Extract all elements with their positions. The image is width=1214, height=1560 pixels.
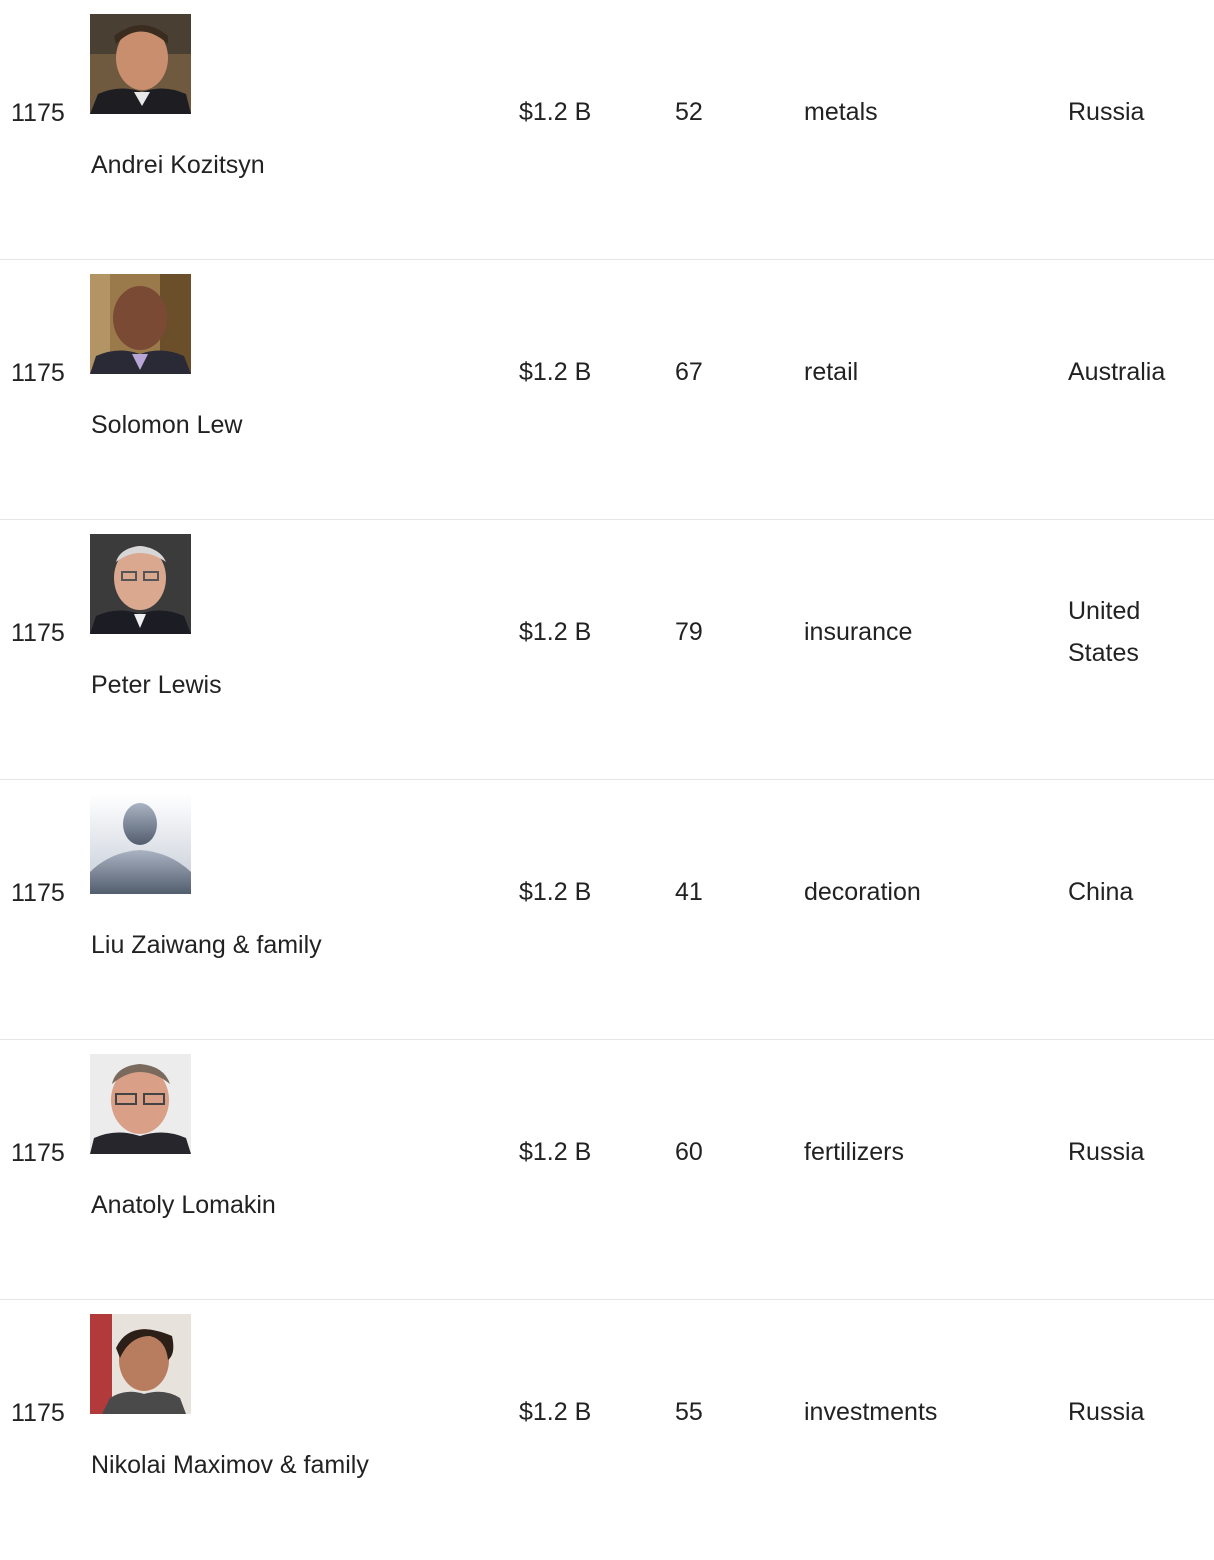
rank-cell: 1175 bbox=[11, 879, 65, 907]
person-name[interactable]: Solomon Lew bbox=[91, 404, 242, 446]
net-worth-cell: $1.2 B bbox=[519, 1398, 592, 1426]
country-cell: China bbox=[1068, 878, 1134, 906]
age-cell: 60 bbox=[675, 1138, 703, 1166]
person-photo[interactable] bbox=[90, 1314, 191, 1414]
table-row[interactable]: 1175 Liu Zaiwang & family $1.2 B 41 deco… bbox=[0, 780, 1214, 1040]
country-cell: United States bbox=[1068, 597, 1141, 667]
country-cell: Russia bbox=[1068, 1398, 1145, 1426]
net-worth-cell: $1.2 B bbox=[519, 1138, 592, 1166]
age-cell: 55 bbox=[675, 1398, 703, 1426]
person-photo[interactable] bbox=[90, 274, 191, 374]
person-name[interactable]: Liu Zaiwang & family bbox=[91, 924, 322, 966]
table-row[interactable]: 1175 Nikolai Maximov & family $1.2 B 55 … bbox=[0, 1300, 1214, 1560]
person-photo[interactable] bbox=[90, 1054, 191, 1154]
industry-cell: metals bbox=[804, 98, 878, 126]
person-photo[interactable] bbox=[90, 14, 191, 114]
person-name[interactable]: Nikolai Maximov & family bbox=[91, 1444, 369, 1486]
table-row[interactable]: 1175 Peter Lewis $1.2 B 79 insurance Uni… bbox=[0, 520, 1214, 780]
industry-cell: investments bbox=[804, 1398, 938, 1426]
person-photo[interactable] bbox=[90, 794, 191, 894]
industry-cell: fertilizers bbox=[804, 1138, 905, 1166]
rank-cell: 1175 bbox=[11, 619, 65, 647]
rank-cell: 1175 bbox=[11, 359, 65, 387]
net-worth-cell: $1.2 B bbox=[519, 358, 592, 386]
table-row[interactable]: 1175 Solomon Lew $1.2 B 67 retail Austra… bbox=[0, 260, 1214, 520]
age-cell: 52 bbox=[675, 98, 703, 126]
rank-cell: 1175 bbox=[11, 1139, 65, 1167]
age-cell: 79 bbox=[675, 618, 703, 646]
age-cell: 41 bbox=[675, 878, 703, 906]
billionaires-list: 1175 Andrei Kozitsyn $1.2 B 52 metals Ru… bbox=[0, 0, 1214, 1560]
person-name[interactable]: Anatoly Lomakin bbox=[91, 1184, 276, 1226]
industry-cell: insurance bbox=[804, 618, 913, 646]
rank-cell: 1175 bbox=[11, 1399, 65, 1427]
age-cell: 67 bbox=[675, 358, 703, 386]
country-cell: Australia bbox=[1068, 358, 1166, 386]
rank-cell: 1175 bbox=[11, 99, 65, 127]
table-row[interactable]: 1175 Andrei Kozitsyn $1.2 B 52 metals Ru… bbox=[0, 0, 1214, 260]
industry-cell: retail bbox=[804, 358, 859, 386]
industry-cell: decoration bbox=[804, 878, 921, 906]
net-worth-cell: $1.2 B bbox=[519, 618, 592, 646]
person-name[interactable]: Andrei Kozitsyn bbox=[91, 144, 265, 186]
country-cell: Russia bbox=[1068, 1138, 1145, 1166]
person-name[interactable]: Peter Lewis bbox=[91, 664, 222, 706]
person-photo[interactable] bbox=[90, 534, 191, 634]
net-worth-cell: $1.2 B bbox=[519, 98, 592, 126]
country-cell: Russia bbox=[1068, 98, 1145, 126]
table-row[interactable]: 1175 Anatoly Lomakin $1.2 B 60 fertilize… bbox=[0, 1040, 1214, 1300]
net-worth-cell: $1.2 B bbox=[519, 878, 592, 906]
